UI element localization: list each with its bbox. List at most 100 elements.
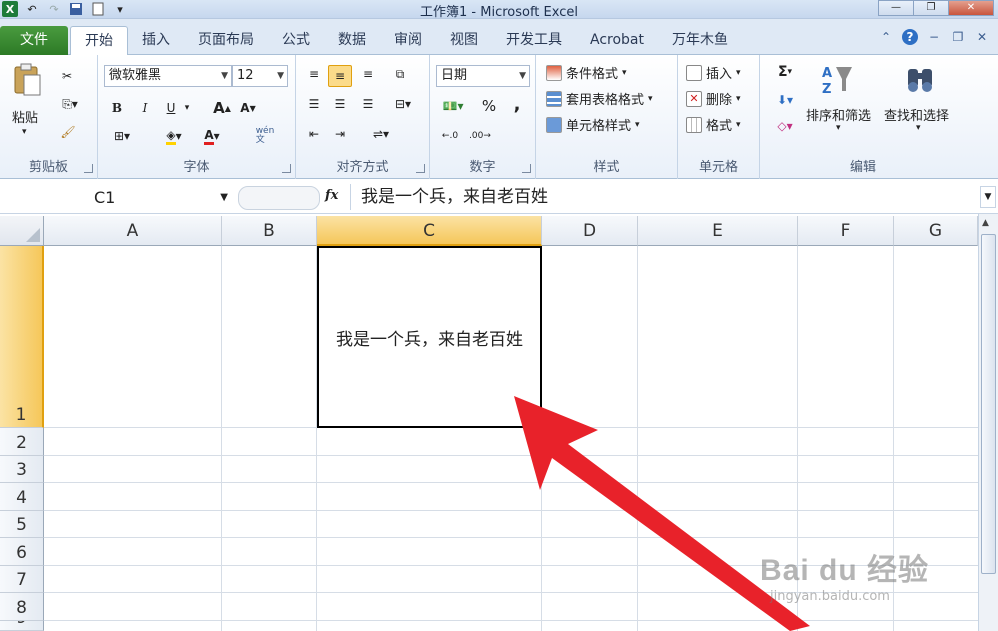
minimize-button[interactable]: —	[878, 0, 914, 16]
autosum-icon[interactable]: Σ ▾	[770, 63, 800, 81]
grow-font-icon[interactable]: A ▲	[212, 99, 232, 117]
align-center-icon[interactable]: ☰	[330, 95, 350, 113]
row-header-5[interactable]: 5	[0, 511, 44, 538]
underline-dropdown-icon[interactable]: ▾	[182, 99, 192, 117]
tab-acrobat[interactable]: Acrobat	[576, 26, 658, 55]
paste-button[interactable]: 粘贴	[12, 107, 38, 126]
find-select-icon[interactable]	[904, 63, 936, 95]
decrease-decimal-icon[interactable]: .00→	[468, 127, 492, 145]
expand-formula-bar-icon[interactable]: ▼	[980, 186, 996, 208]
tab-review[interactable]: 审阅	[380, 26, 436, 55]
close-button[interactable]: ✕	[948, 0, 994, 16]
column-header-g[interactable]: G	[894, 216, 978, 246]
tab-view[interactable]: 视图	[436, 26, 492, 55]
delete-cells-button[interactable]: ✕ 删除 ▾	[686, 89, 741, 108]
row-header-9[interactable]: 9	[0, 621, 44, 631]
format-painter-icon[interactable]: 🖌	[58, 123, 78, 141]
conditional-formatting-button[interactable]: 条件格式 ▾	[546, 63, 627, 82]
format-cells-button[interactable]: 格式 ▾	[686, 115, 741, 134]
borders-icon[interactable]: ⊞▾	[108, 127, 136, 145]
column-header-d[interactable]: D	[542, 216, 638, 246]
fill-color-icon[interactable]: ◈ ▾	[160, 127, 188, 145]
maximize-button[interactable]: ❐	[913, 0, 949, 16]
clipboard-launcher-icon[interactable]	[84, 164, 93, 173]
percent-button[interactable]: %	[480, 97, 498, 115]
tab-file[interactable]: 文件	[0, 26, 68, 55]
orientation-icon[interactable]: ⧉	[388, 65, 412, 83]
scrollbar-thumb[interactable]	[981, 234, 996, 574]
number-launcher-icon[interactable]	[522, 164, 531, 173]
format-as-table-button[interactable]: 套用表格格式 ▾	[546, 89, 653, 108]
wrap-text-icon[interactable]: ⇌▾	[366, 125, 396, 143]
workbook-close-icon[interactable]: ✕	[974, 29, 990, 45]
tab-formulas[interactable]: 公式	[268, 26, 324, 55]
select-all-button[interactable]	[0, 216, 44, 246]
column-header-a[interactable]: A	[44, 216, 222, 246]
cell-styles-icon	[546, 116, 562, 133]
cell-styles-button[interactable]: 单元格样式 ▾	[546, 115, 640, 134]
paste-dropdown-icon[interactable]: ▾	[22, 127, 27, 137]
help-icon[interactable]: ?	[902, 29, 918, 45]
sort-filter-dropdown-icon[interactable]: ▾	[836, 123, 841, 133]
row-header-1[interactable]: 1	[0, 246, 44, 428]
decrease-indent-icon[interactable]: ⇤	[304, 125, 324, 143]
font-size-select[interactable]: 12 ▼	[232, 65, 288, 87]
font-color-icon[interactable]: A ▾	[198, 127, 226, 145]
tab-home[interactable]: 开始	[70, 26, 128, 55]
currency-icon[interactable]: 💵▾	[438, 97, 468, 115]
fill-icon[interactable]: ⬇▾	[770, 91, 800, 109]
row-header-3[interactable]: 3	[0, 456, 44, 483]
align-bottom-icon[interactable]: ≡	[358, 65, 378, 83]
column-header-f[interactable]: F	[798, 216, 894, 246]
formula-input[interactable]: 我是一个兵，来自老百姓	[350, 184, 978, 210]
sort-filter-button[interactable]: 排序和筛选	[806, 105, 871, 124]
formula-bar-splitter[interactable]	[238, 186, 320, 210]
group-number: 日期 ▼ 💵▾ % , ←.0 .00→ 数字	[430, 55, 536, 179]
insert-function-button[interactable]: fx	[325, 188, 338, 203]
increase-indent-icon[interactable]: ⇥	[330, 125, 350, 143]
italic-button[interactable]: I	[136, 99, 154, 117]
increase-decimal-icon[interactable]: ←.0	[438, 127, 462, 145]
row-header-7[interactable]: 7	[0, 566, 44, 593]
font-name-select[interactable]: 微软雅黑 ▼	[104, 65, 232, 87]
tab-wannian-muyu[interactable]: 万年木鱼	[658, 26, 742, 55]
alignment-launcher-icon[interactable]	[416, 164, 425, 173]
column-header-c[interactable]: C	[317, 216, 542, 246]
bold-button[interactable]: B	[108, 99, 126, 117]
shrink-font-icon[interactable]: A ▼	[238, 99, 258, 117]
tab-developer[interactable]: 开发工具	[492, 26, 576, 55]
name-box[interactable]: C1 ▼	[0, 186, 234, 210]
paste-icon[interactable]	[12, 63, 44, 96]
row-header-4[interactable]: 4	[0, 483, 44, 511]
column-header-b[interactable]: B	[222, 216, 317, 246]
scroll-up-icon[interactable]: ▲	[982, 218, 989, 228]
collapse-ribbon-icon[interactable]: ⌃	[878, 29, 894, 45]
workbook-restore-icon[interactable]: ❐	[950, 29, 966, 45]
align-top-icon[interactable]: ≡	[304, 65, 324, 83]
font-launcher-icon[interactable]	[282, 164, 291, 173]
align-middle-icon[interactable]: ≡	[328, 65, 352, 87]
align-right-icon[interactable]: ☰	[358, 95, 378, 113]
phonetic-guide-icon[interactable]: wén 文	[248, 125, 282, 147]
sort-filter-icon[interactable]: AZ	[822, 63, 854, 97]
comma-style-button[interactable]: ,	[510, 94, 524, 115]
tab-page-layout[interactable]: 页面布局	[184, 26, 268, 55]
row-header-8[interactable]: 8	[0, 593, 44, 621]
column-header-e[interactable]: E	[638, 216, 798, 246]
row-header-2[interactable]: 2	[0, 428, 44, 456]
number-format-select[interactable]: 日期 ▼	[436, 65, 530, 87]
row-header-6[interactable]: 6	[0, 538, 44, 566]
find-select-button[interactable]: 查找和选择	[884, 105, 949, 124]
vertical-scrollbar[interactable]: ▲	[978, 214, 998, 631]
align-left-icon[interactable]: ☰	[304, 95, 324, 113]
copy-icon[interactable]: ⎘▾	[56, 95, 84, 113]
insert-cells-button[interactable]: 插入 ▾	[686, 63, 741, 82]
cut-icon[interactable]: ✂	[58, 67, 76, 85]
clear-icon[interactable]: ◇▾	[770, 117, 800, 135]
underline-button[interactable]: U	[162, 99, 180, 117]
find-select-dropdown-icon[interactable]: ▾	[916, 123, 921, 133]
merge-center-icon[interactable]: ⊟▾	[388, 95, 418, 113]
tab-insert[interactable]: 插入	[128, 26, 184, 55]
tab-data[interactable]: 数据	[324, 26, 380, 55]
workbook-minimize-icon[interactable]: −	[926, 29, 942, 45]
